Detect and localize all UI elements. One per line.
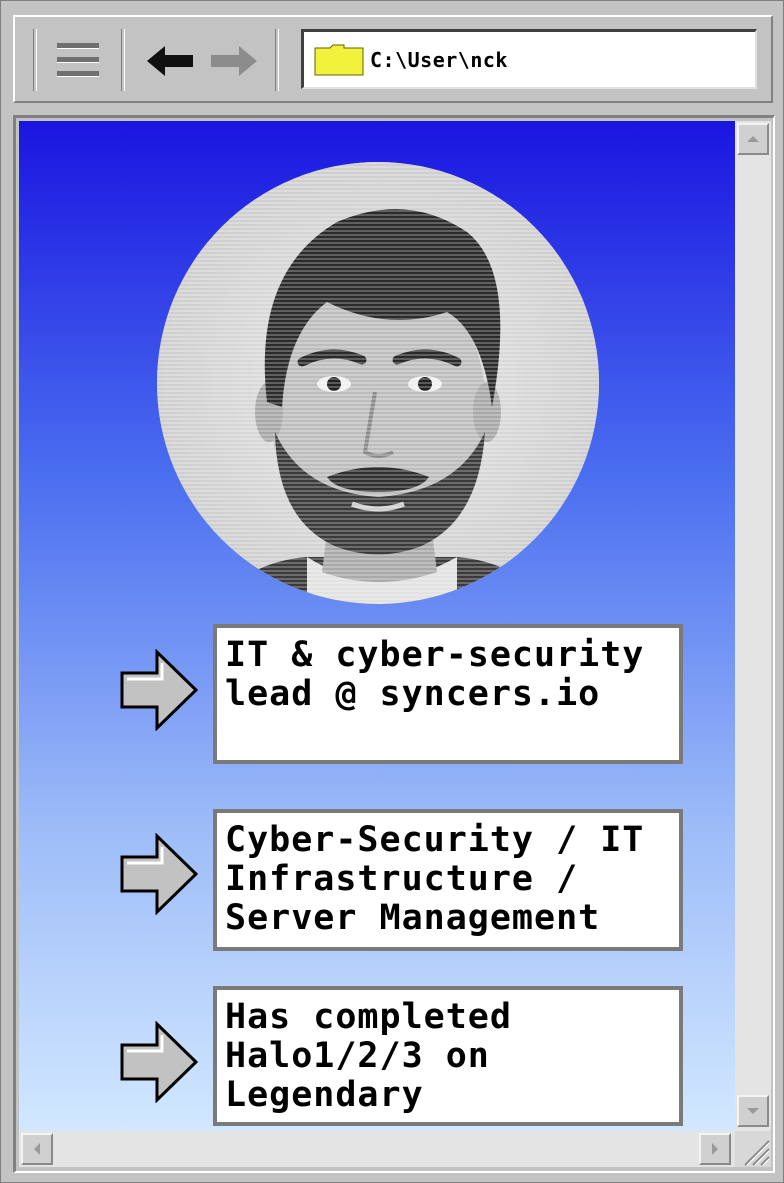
back-arrow-icon[interactable] <box>145 43 197 79</box>
forward-arrow-icon[interactable] <box>207 43 259 79</box>
chevron-right-icon <box>712 1143 718 1155</box>
info-card-role: IT & cyber-security lead @ syncers.io <box>213 624 683 764</box>
scroll-down-button[interactable] <box>737 1095 769 1127</box>
scroll-up-button[interactable] <box>737 123 769 155</box>
browser-window: C:\User\nck IT & cyber-security lead @ s… <box>0 0 784 1183</box>
arrow-right-icon <box>120 649 199 731</box>
resize-grip-icon <box>744 1140 770 1166</box>
toolbar-separator <box>275 29 279 91</box>
scroll-left-button[interactable] <box>21 1133 53 1165</box>
info-card-trivia: Has completed Halo1/2/3 on Legendary <box>213 986 683 1126</box>
resize-grip[interactable] <box>735 1131 771 1167</box>
arrow-right-icon <box>120 1021 199 1103</box>
info-card-skills: Cyber-Security / IT Infrastructure / Ser… <box>213 809 683 951</box>
vertical-scrollbar[interactable] <box>735 121 771 1131</box>
scroll-right-button[interactable] <box>699 1133 731 1165</box>
chevron-down-icon <box>747 1108 759 1114</box>
folder-icon <box>314 44 364 76</box>
hamburger-menu-icon[interactable] <box>53 39 103 83</box>
profile-photo <box>157 162 599 604</box>
chevron-up-icon <box>747 136 759 142</box>
horizontal-scrollbar[interactable] <box>19 1131 735 1167</box>
arrow-right-icon <box>120 833 199 915</box>
toolbar-separator <box>33 29 37 91</box>
address-path: C:\User\nck <box>370 48 508 72</box>
toolbar-separator <box>121 29 125 91</box>
page-content[interactable]: IT & cyber-security lead @ syncers.io Cy… <box>19 121 735 1131</box>
address-bar[interactable]: C:\User\nck <box>301 29 757 89</box>
page-viewport: IT & cyber-security lead @ syncers.io Cy… <box>13 115 775 1173</box>
toolbar: C:\User\nck <box>13 15 773 103</box>
chevron-left-icon <box>34 1143 40 1155</box>
